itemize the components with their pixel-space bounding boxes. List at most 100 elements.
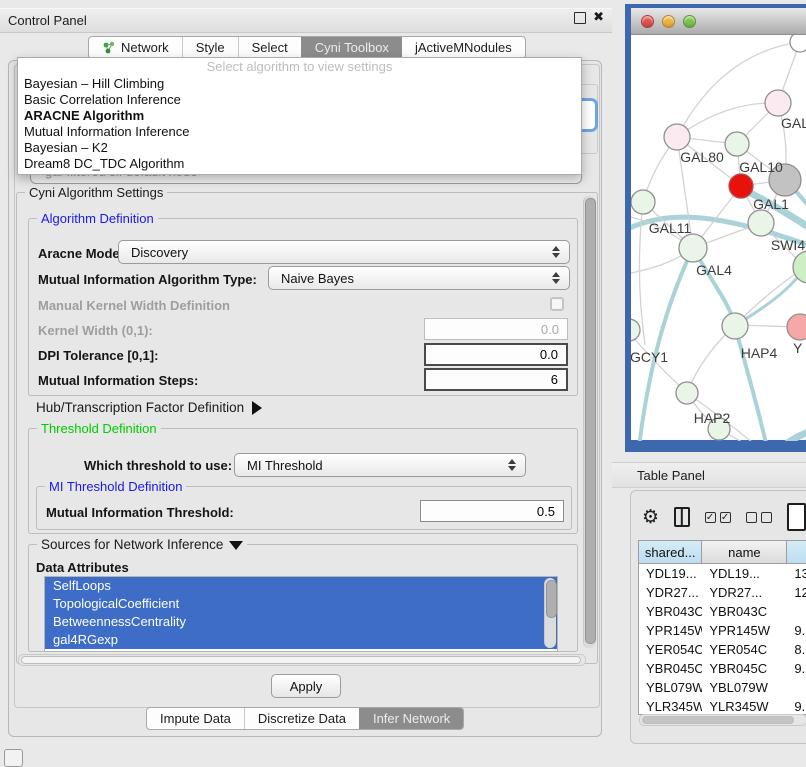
node[interactable] [748, 210, 774, 236]
node[interactable] [765, 90, 791, 116]
select-all-columns-icon[interactable]: ✓✓ [705, 512, 731, 523]
table-row[interactable]: YER054C YER054C 8. [639, 640, 806, 659]
node-label: HAP4 [741, 345, 778, 361]
table-row[interactable]: YPR145W YPR145W 9. [639, 621, 806, 640]
list-item[interactable]: gal4RGexp [45, 631, 557, 649]
network-icon [102, 41, 116, 54]
zoom-traffic-light-icon[interactable] [683, 15, 696, 28]
node-gal80[interactable] [664, 124, 690, 150]
node-label: GAL1 [753, 196, 789, 212]
hub-definition-toggle[interactable]: Hub/Transcription Factor Definition [36, 400, 262, 415]
dropdown-item-bayesian-hill-climbing[interactable]: Bayesian – Hill Climbing [18, 76, 581, 92]
table-row[interactable]: YBL079W YBL079W [639, 678, 806, 697]
table-toolbar: ⚙ ✓✓ [642, 503, 806, 531]
control-panel-titlebar: Control Panel ✖ [0, 8, 612, 33]
column-header-cut[interactable] [787, 541, 806, 563]
float-panel-icon[interactable] [574, 12, 586, 24]
network-graph: GAL GAL80 GAL10 GAL1 GAL11 SWI4 GAL4 GCY… [631, 35, 806, 441]
mi-threshold-field[interactable]: 0.5 [420, 500, 564, 522]
node-label: GCY1 [631, 349, 668, 365]
aracne-mode-label: Aracne Mode: [38, 246, 124, 261]
node-label: GAL11 [649, 220, 692, 236]
node-salmon[interactable] [787, 314, 806, 340]
table-panel-titlebar: Table Panel [612, 462, 806, 488]
threshold-definition-title: Threshold Definition [37, 421, 161, 436]
dropdown-item-mutual-information[interactable]: Mutual Information Inference [18, 124, 581, 140]
dpi-tolerance-field[interactable]: 0.0 [424, 343, 568, 366]
mi-steps-label: Mutual Information Steps: [38, 373, 198, 388]
column-header-shared-name[interactable]: shared... [639, 541, 702, 563]
algorithm-dropdown-popup: Select algorithm to view settings Bayesi… [17, 57, 582, 175]
apply-button[interactable]: Apply [271, 674, 341, 698]
node-gal10[interactable] [725, 132, 749, 156]
settings-horizontal-scrollbar[interactable] [18, 654, 586, 666]
control-panel-tabbar: Network Style Select Cyni Toolbox jActiv… [88, 36, 526, 59]
column-header-name[interactable]: name [702, 541, 787, 563]
deselect-all-columns-icon[interactable] [746, 512, 772, 523]
tab-discretize-data[interactable]: Discretize Data [244, 708, 359, 729]
close-panel-icon[interactable]: ✖ [593, 12, 604, 24]
list-item[interactable]: SelfLoops [45, 577, 557, 595]
node-gcy1[interactable] [631, 319, 640, 341]
kernel-width-field[interactable]: 0.0 [424, 318, 568, 340]
tab-infer-network[interactable]: Infer Network [359, 708, 463, 729]
tab-cyni-toolbox[interactable]: Cyni Toolbox [301, 37, 402, 58]
manual-kernel-checkbox[interactable] [550, 297, 564, 311]
dropdown-placeholder: Select algorithm to view settings [18, 58, 581, 76]
sources-title[interactable]: Sources for Network Inference [37, 537, 247, 552]
network-window-titlebar[interactable] [631, 8, 806, 35]
tab-select[interactable]: Select [238, 37, 301, 58]
tab-jactivemnodules[interactable]: jActiveMNodules [402, 37, 525, 58]
combo-arrows-icon [505, 459, 519, 471]
dropdown-item-aracne[interactable]: ARACNE Algorithm [18, 108, 581, 124]
algorithm-definition-title: Algorithm Definition [37, 211, 158, 226]
node-gal4[interactable] [679, 234, 707, 262]
settings-vertical-scrollbar[interactable] [583, 196, 596, 648]
new-table-icon[interactable] [787, 503, 806, 531]
panel-corner-icon[interactable] [4, 749, 23, 767]
aracne-mode-combobox[interactable]: Discovery [118, 240, 570, 264]
table-body: YDL19... YDL19... 13 YDR27... YDR27... 1… [639, 564, 806, 714]
table-row[interactable]: YDL19... YDL19... 13 [639, 564, 806, 583]
node-label: Y [793, 340, 803, 356]
node-hap4[interactable] [722, 313, 748, 339]
minimize-traffic-light-icon[interactable] [662, 15, 675, 28]
table-horizontal-scrollbar[interactable] [639, 714, 806, 726]
split-columns-icon[interactable] [674, 507, 690, 527]
node-gal11[interactable] [631, 190, 655, 214]
dropdown-item-bayesian-k2[interactable]: Bayesian – K2 [18, 140, 581, 156]
mi-type-combobox[interactable]: Naive Bayes [268, 266, 570, 290]
node[interactable] [790, 35, 806, 52]
table-row[interactable]: YBR043C YBR043C [639, 602, 806, 621]
node-label: GAL10 [739, 159, 783, 175]
tab-network[interactable]: Network [89, 37, 182, 58]
node-label: GAL4 [696, 262, 732, 278]
gear-icon[interactable]: ⚙ [642, 507, 659, 527]
which-threshold-combobox[interactable]: MI Threshold [234, 453, 526, 477]
data-attributes-label: Data Attributes [36, 560, 129, 575]
table-row[interactable]: YDR27... YDR27... 12 [639, 583, 806, 602]
table-header-row: shared... name [639, 541, 806, 564]
node-table: shared... name YDL19... YDL19... 13 YDR2… [638, 540, 806, 715]
mi-type-label: Mutual Information Algorithm Type: [38, 272, 257, 287]
table-panel-title: Table Panel [637, 468, 705, 483]
kernel-width-label: Kernel Width (0,1): [38, 323, 153, 338]
node-hap2[interactable] [676, 382, 698, 404]
list-item[interactable]: TopologicalCoefficient [45, 595, 557, 613]
tab-impute-data[interactable]: Impute Data [147, 708, 244, 729]
table-row[interactable]: YLR345W YLR345W 9. [639, 697, 806, 714]
mi-threshold-title: MI Threshold Definition [45, 479, 186, 494]
close-traffic-light-icon[interactable] [641, 15, 654, 28]
list-item[interactable]: BetweennessCentrality [45, 613, 557, 631]
node-gal1-red[interactable] [729, 174, 753, 198]
table-row[interactable]: YBR045C YBR045C 9. [639, 659, 806, 678]
attributes-scrollbar[interactable] [544, 578, 556, 648]
dropdown-item-basic-correlation[interactable]: Basic Correlation Inference [18, 92, 581, 108]
network-canvas[interactable]: GAL GAL80 GAL10 GAL1 GAL11 SWI4 GAL4 GCY… [631, 35, 806, 440]
dropdown-item-dream8[interactable]: Dream8 DC_TDC Algorithm [18, 156, 581, 172]
expanded-arrow-icon [229, 541, 243, 550]
node-label: GAL [781, 115, 806, 131]
mi-steps-field[interactable]: 6 [424, 368, 568, 391]
tab-style[interactable]: Style [182, 37, 238, 58]
bottom-tabbar: Impute Data Discretize Data Infer Networ… [146, 707, 464, 730]
